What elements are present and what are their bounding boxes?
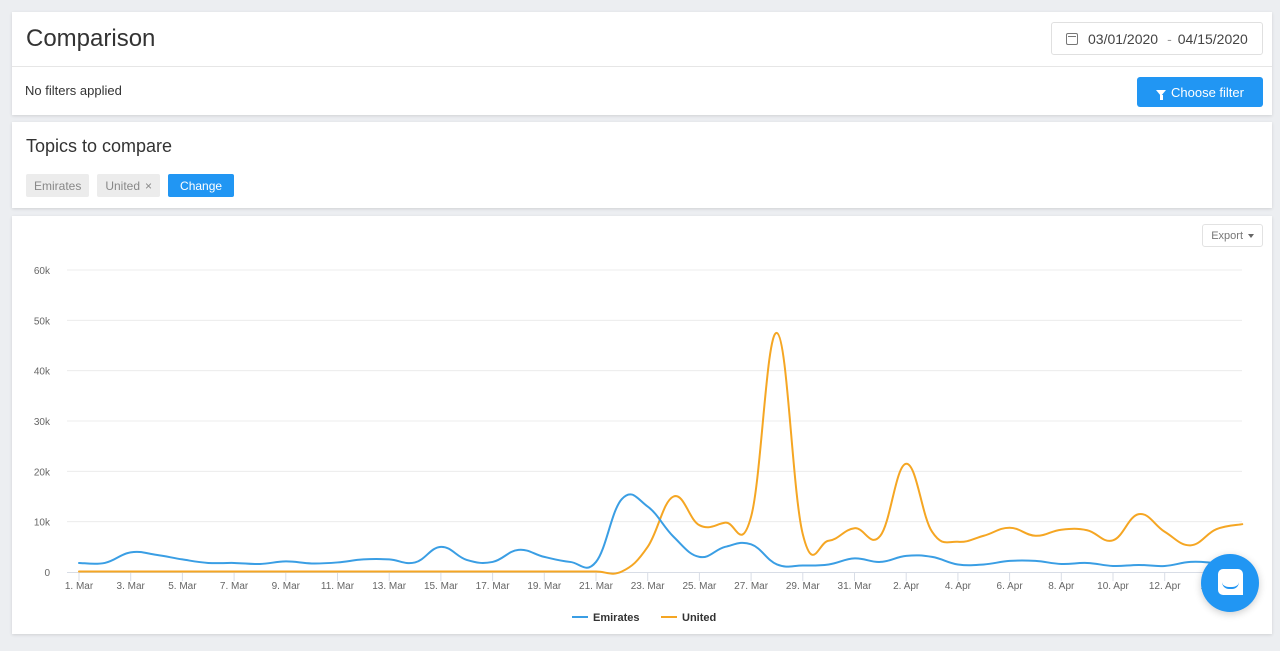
x-tick-label: 8. Apr [1048,581,1075,592]
y-tick-label: 60k [34,266,51,277]
y-tick-label: 50k [34,316,51,327]
x-tick-label: 1. Mar [65,581,94,592]
funnel-icon [1156,89,1166,100]
topic-tag-united: United × [97,174,161,197]
x-tick-label: 2. Apr [893,581,920,592]
choose-filter-button[interactable]: Choose filter [1137,77,1263,107]
x-tick-label: 3. Mar [117,581,146,592]
x-tick-label: 5. Mar [168,581,197,592]
header-panel: Comparison 03/01/2020 - 04/15/2020 No fi… [12,12,1272,115]
x-tick-label: 7. Mar [220,581,249,592]
x-tick-label: 29. Mar [786,581,821,592]
x-tick-label: 17. Mar [476,581,511,592]
comparison-chart: 0 10k 20k 30k 40k 50k 60k 1. Mar 3. Mar 5. Mar 7.… [34,266,1244,624]
x-tick-label: 27. Mar [734,581,769,592]
topic-tag-label: United [105,178,141,193]
x-tick-label: 9. Mar [272,581,301,592]
x-tick-label: 19. Mar [527,581,562,592]
x-tick-label: 6. Apr [997,581,1024,592]
topics-title: Topics to compare [26,136,173,156]
topic-tag-label: Emirates [34,178,82,193]
y-tick-label: 0 [44,568,50,579]
date-range-picker[interactable]: 03/01/2020 - 04/15/2020 [1051,22,1263,55]
date-end[interactable]: 04/15/2020 [1178,31,1248,47]
calendar-icon [1066,32,1078,45]
y-tick-label: 10k [34,518,51,529]
x-tick-label: 23. Mar [631,581,666,592]
x-tick-label: 25. Mar [682,581,717,592]
date-start[interactable]: 03/01/2020 [1088,31,1158,47]
x-tick-label: 11. Mar [321,581,355,592]
legend-item-emirates: Emirates [572,612,639,624]
header-row: Comparison 03/01/2020 - 04/15/2020 [12,12,1272,67]
chart-panel: Export 0 10k 20k 30k 40k 50k 60k 1. Mar 3. Mar 5… [12,216,1272,634]
y-tick-label: 40k [34,367,51,378]
page-title: Comparison [26,25,156,52]
x-tick-label: 12. Apr [1149,581,1181,592]
y-tick-label: 30k [34,417,51,428]
remove-tag-icon[interactable]: × [145,179,152,193]
chat-launcher-button[interactable] [1201,554,1259,612]
date-separator: - [1167,30,1172,47]
series-lines [78,331,1244,575]
topic-tags: Emirates United × Change [26,174,235,197]
x-tick-label: 15. Mar [424,581,459,592]
legend-label: Emirates [593,612,639,624]
filter-status: No filters applied [25,83,122,98]
choose-filter-label: Choose filter [1171,84,1244,100]
series-line-united [78,331,1244,575]
x-tick-label: 4. Apr [945,581,972,592]
topics-panel: Topics to compare Emirates United × Chan… [12,122,1272,208]
filter-row: No filters applied Choose filter [12,67,1272,114]
legend-item-united: United [661,612,716,624]
series-line-emirates [78,493,1244,569]
x-tick-label: 10. Apr [1097,581,1129,592]
x-tick-label: 13. Mar [372,581,407,592]
grid-lines [67,269,1242,523]
y-axis-labels: 0 10k 20k 30k 40k 50k 60k [34,266,51,579]
legend-label: United [682,612,716,624]
x-tick-label: 31. Mar [838,581,873,592]
change-topics-button[interactable]: Change [168,174,235,197]
x-tick-label: 21. Mar [579,581,614,592]
y-tick-label: 20k [34,467,51,478]
x-axis: 1. Mar 3. Mar 5. Mar 7. Mar 9. Mar 11. Mar 13.… [65,572,1242,592]
legend: Emirates United [572,612,716,624]
topic-tag-emirates: Emirates [26,174,90,197]
